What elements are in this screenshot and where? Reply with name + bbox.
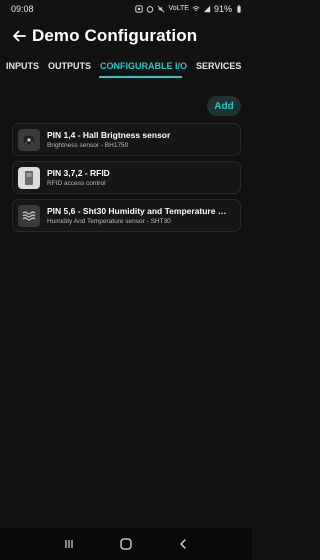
- list-item[interactable]: PIN 1,4 - Hall Brigtness sensor Brightne…: [12, 123, 241, 156]
- brightness-sensor-icon: [18, 128, 40, 151]
- page-title: Demo Configuration: [32, 26, 198, 45]
- humidity-icon: [18, 204, 40, 227]
- system-navigation-bar: [0, 528, 252, 560]
- item-title: PIN 3,7,2 - RFID: [47, 168, 110, 178]
- status-bar: 09:08 VoLTE 91%: [0, 0, 252, 18]
- tab-outputs[interactable]: OUTPUTS: [48, 61, 91, 71]
- item-title: PIN 1,4 - Hall Brigtness sensor: [47, 130, 171, 140]
- arrow-left-icon: [13, 30, 26, 42]
- app-bar: Demo Configuration: [0, 22, 252, 50]
- item-subtitle: Humidity And Temperature sensor - SHT30: [47, 218, 171, 225]
- add-button[interactable]: Add: [207, 96, 241, 116]
- alarm-icon: [147, 6, 154, 13]
- home-icon: [120, 538, 132, 550]
- tab-bar: INPUTS OUTPUTS CONFIGURABLE I/O SERVICES: [0, 56, 252, 76]
- active-tab-indicator: [99, 76, 182, 78]
- signal-icon: [203, 5, 211, 13]
- home-button[interactable]: [116, 534, 136, 554]
- battery-level: 91%: [213, 4, 232, 14]
- network-type: VoLTE: [168, 5, 189, 12]
- tab-services[interactable]: SERVICES: [196, 61, 241, 71]
- item-title: PIN 5,6 - Sht30 Humidity and Temperature…: [47, 206, 240, 216]
- status-icons: VoLTE 91%: [135, 4, 243, 14]
- item-subtitle: Brightness sensor - BH1750: [47, 142, 129, 149]
- list-item[interactable]: PIN 5,6 - Sht30 Humidity and Temperature…: [12, 199, 241, 232]
- mute-icon: [158, 5, 165, 13]
- status-time: 09:08: [11, 4, 34, 14]
- tab-configurable-io[interactable]: CONFIGURABLE I/O: [100, 61, 187, 71]
- rfid-card-icon: [18, 166, 40, 189]
- back-button[interactable]: [10, 27, 28, 45]
- recent-apps-button[interactable]: [59, 534, 79, 554]
- notification-icon: [135, 5, 144, 13]
- list-item[interactable]: PIN 3,7,2 - RFID RFID access control: [12, 161, 241, 194]
- battery-icon: [237, 5, 241, 13]
- chevron-left-icon: [180, 539, 187, 549]
- tab-inputs[interactable]: INPUTS: [6, 61, 39, 71]
- recent-apps-icon: [65, 540, 73, 548]
- back-nav-button[interactable]: [173, 534, 193, 554]
- item-subtitle: RFID access control: [47, 180, 106, 187]
- configurable-io-list: PIN 1,4 - Hall Brigtness sensor Brightne…: [12, 123, 241, 237]
- wifi-icon: [192, 6, 200, 11]
